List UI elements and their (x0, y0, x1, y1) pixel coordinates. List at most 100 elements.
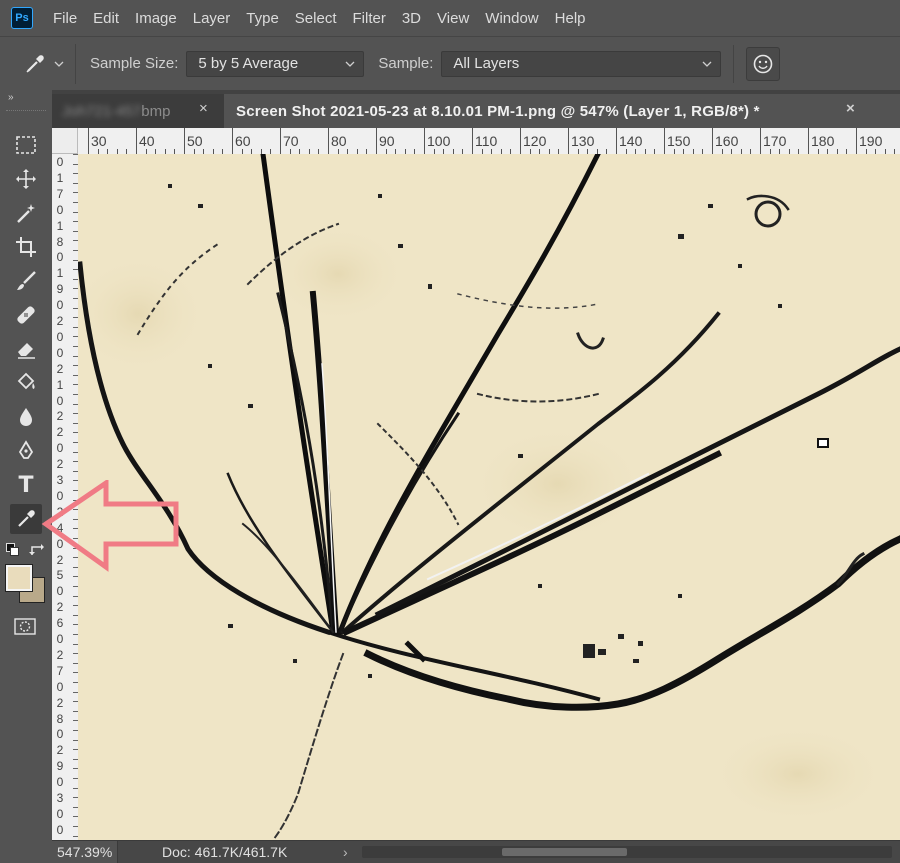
ruler-label: 0 (56, 822, 64, 837)
chevron-down-icon (702, 61, 712, 67)
scrollbar-thumb[interactable] (502, 848, 627, 856)
menu-image[interactable]: Image (135, 10, 177, 27)
ruler-label: 1 (56, 170, 64, 185)
horizontal-scrollbar[interactable] (362, 846, 892, 858)
paint-bucket-tool[interactable] (10, 368, 42, 398)
ruler-label: 0 (56, 250, 64, 265)
ruler-label: 3 (56, 791, 64, 805)
menu-select[interactable]: Select (295, 10, 337, 27)
document-canvas[interactable] (78, 154, 900, 840)
ruler-label: 0 (56, 441, 64, 456)
show-sampling-ring-button[interactable] (746, 46, 781, 81)
menu-file[interactable]: File (53, 10, 77, 27)
crop-icon (16, 237, 36, 257)
ruler-label: 2 (56, 425, 64, 440)
sample-value: All Layers (453, 55, 520, 72)
menu-help[interactable]: Help (555, 10, 586, 27)
healing-tool[interactable] (10, 300, 42, 330)
ruler-label: 2 (56, 361, 64, 376)
tab-bmp-document[interactable]: Joh721-457 bmp × (52, 94, 224, 128)
panel-grip[interactable] (6, 110, 46, 112)
collapse-panel-icon[interactable]: » (8, 92, 14, 103)
ruler-major-tick (568, 128, 569, 154)
pen-tool[interactable] (10, 436, 42, 466)
magic-wand-tool[interactable] (10, 198, 42, 228)
menu-edit[interactable]: Edit (93, 10, 119, 27)
ruler-label: 2 (56, 743, 64, 758)
ruler-major-tick (328, 128, 329, 154)
sample-size-label: Sample Size: (90, 55, 179, 72)
ruler-major-tick (712, 128, 713, 154)
ruler-label: 130 (571, 133, 595, 149)
quick-mask-icon[interactable] (13, 617, 37, 637)
ruler-major-tick (856, 128, 857, 154)
ruler-label: 8 (56, 234, 64, 249)
menu-filter[interactable]: Filter (353, 10, 386, 27)
menu-layer[interactable]: Layer (193, 10, 231, 27)
marquee-tool[interactable] (10, 130, 42, 160)
zoom-level: 547.39% (57, 844, 113, 860)
ruler-major-tick (88, 128, 89, 154)
close-icon[interactable]: × (199, 100, 208, 117)
menu-bar: Ps File Edit Image Layer Type Select Fil… (0, 0, 900, 36)
sample-size-select[interactable]: 5 by 5 Average (186, 50, 365, 77)
ruler-label: 180 (811, 133, 835, 149)
ruler-label: 80 (331, 133, 347, 149)
ruler-major-tick (808, 128, 809, 154)
paint-bucket-icon (17, 372, 35, 390)
drop-icon (20, 408, 32, 426)
sample-select[interactable]: All Layers (441, 50, 722, 77)
ruler-major-tick (520, 128, 521, 154)
zoom-level-field[interactable]: 547.39% (52, 840, 118, 863)
horizontal-ruler[interactable]: 30 40 50 60 70 80 90 100 110 120 130 140 150 160 170 18… (78, 128, 900, 154)
default-colors-icon[interactable] (6, 543, 20, 557)
menu-type[interactable]: Type (246, 10, 279, 27)
crop-tool[interactable] (10, 232, 42, 262)
options-bar: Sample Size: 5 by 5 Average Sample: All … (0, 36, 900, 90)
menu-view[interactable]: View (437, 10, 469, 27)
magic-wand-icon (17, 204, 35, 223)
ruler-label: 2 (56, 647, 64, 662)
eyedropper-icon (18, 510, 35, 527)
ruler-origin[interactable] (52, 128, 78, 154)
move-tool[interactable] (10, 164, 42, 194)
tool-preset-picker[interactable] (12, 43, 76, 84)
tab-title: bmp (141, 102, 171, 120)
ruler-major-tick (232, 128, 233, 154)
eyedropper-tool[interactable] (10, 504, 42, 534)
foreground-color-swatch[interactable] (5, 564, 33, 592)
document-tab-bar: Joh721-457 bmp × Screen Shot 2021-05-23 … (52, 90, 900, 128)
status-bar: 547.39% Doc: 461.7K/461.7K › (52, 840, 900, 863)
ruler-label: 0 (56, 727, 64, 742)
ruler-label: 30 (91, 133, 107, 149)
ruler-label: 2 (56, 409, 64, 424)
menu-window[interactable]: Window (485, 10, 538, 27)
chevron-down-icon (54, 61, 63, 67)
ruler-label: 1 (56, 266, 64, 281)
menu-3d[interactable]: 3D (402, 10, 421, 27)
ruler-label: 150 (667, 133, 691, 149)
blur-tool[interactable] (10, 402, 42, 432)
type-tool[interactable]: T (10, 470, 42, 500)
ruler-label: 2 (56, 314, 64, 328)
ruler-major-tick (616, 128, 617, 154)
ruler-label: 0 (56, 584, 64, 599)
brush-tool[interactable] (10, 266, 42, 296)
ruler-label: 9 (56, 759, 64, 774)
bandage-icon (17, 306, 35, 324)
tab-title: Screen Shot 2021-05-23 at 8.10.01 PM-1.p… (236, 102, 760, 120)
status-menu-arrow[interactable]: › (343, 844, 348, 860)
chevron-down-icon (345, 61, 355, 67)
close-icon[interactable]: × (846, 100, 855, 117)
ruler-label: 1 (56, 377, 64, 392)
ruler-label: 120 (523, 133, 547, 149)
ruler-label: 60 (235, 133, 251, 149)
ruler-major-tick (136, 128, 137, 154)
document-size: Doc: 461.7K/461.7K (162, 844, 288, 860)
ruler-label: 100 (427, 133, 451, 149)
eraser-tool[interactable] (10, 334, 42, 364)
eyedropper-icon (25, 54, 44, 73)
tab-screenshot-document[interactable]: Screen Shot 2021-05-23 at 8.10.01 PM-1.p… (224, 94, 900, 128)
ruler-label: 0 (56, 632, 64, 646)
options-divider (733, 44, 735, 83)
